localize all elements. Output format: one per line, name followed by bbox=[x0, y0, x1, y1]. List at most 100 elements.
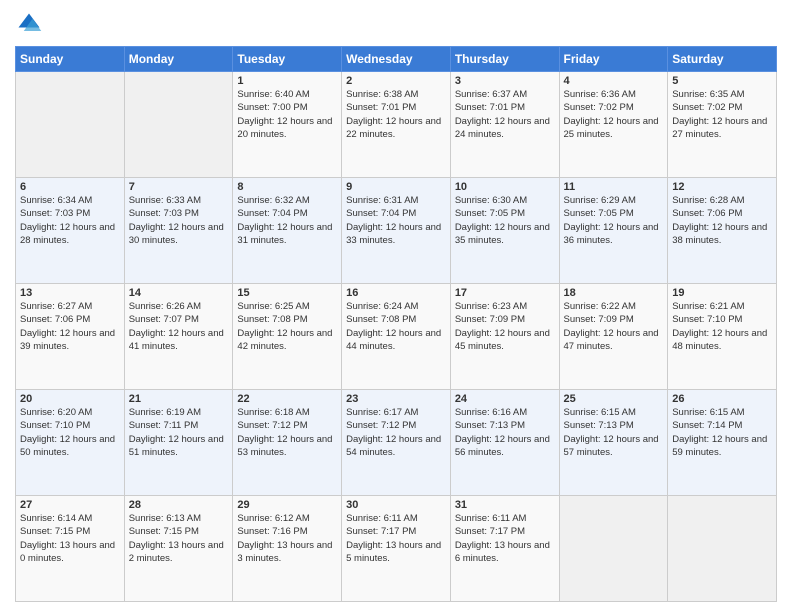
page: SundayMondayTuesdayWednesdayThursdayFrid… bbox=[0, 0, 792, 612]
sunrise-text: Sunrise: 6:30 AM bbox=[455, 195, 527, 206]
day-detail: Sunrise: 6:20 AM Sunset: 7:10 PM Dayligh… bbox=[20, 406, 120, 459]
sunrise-text: Sunrise: 6:25 AM bbox=[237, 301, 309, 312]
calendar-cell: 2 Sunrise: 6:38 AM Sunset: 7:01 PM Dayli… bbox=[342, 72, 451, 178]
calendar-cell: 23 Sunrise: 6:17 AM Sunset: 7:12 PM Dayl… bbox=[342, 390, 451, 496]
daylight-text: Daylight: 12 hours and 30 minutes. bbox=[129, 222, 224, 246]
calendar-cell: 14 Sunrise: 6:26 AM Sunset: 7:07 PM Dayl… bbox=[124, 284, 233, 390]
sunrise-text: Sunrise: 6:18 AM bbox=[237, 407, 309, 418]
day-number: 10 bbox=[455, 181, 555, 193]
calendar-cell bbox=[559, 496, 668, 602]
sunrise-text: Sunrise: 6:33 AM bbox=[129, 195, 201, 206]
sunrise-text: Sunrise: 6:24 AM bbox=[346, 301, 418, 312]
day-number: 7 bbox=[129, 181, 229, 193]
sunset-text: Sunset: 7:03 PM bbox=[20, 208, 90, 219]
sunset-text: Sunset: 7:01 PM bbox=[346, 102, 416, 113]
calendar-cell: 16 Sunrise: 6:24 AM Sunset: 7:08 PM Dayl… bbox=[342, 284, 451, 390]
calendar-cell bbox=[124, 72, 233, 178]
day-header: Sunday bbox=[16, 47, 125, 72]
sunset-text: Sunset: 7:17 PM bbox=[346, 526, 416, 537]
daylight-text: Daylight: 13 hours and 0 minutes. bbox=[20, 540, 115, 564]
daylight-text: Daylight: 12 hours and 25 minutes. bbox=[564, 116, 659, 140]
calendar-week-row: 27 Sunrise: 6:14 AM Sunset: 7:15 PM Dayl… bbox=[16, 496, 777, 602]
day-detail: Sunrise: 6:12 AM Sunset: 7:16 PM Dayligh… bbox=[237, 512, 337, 565]
day-detail: Sunrise: 6:26 AM Sunset: 7:07 PM Dayligh… bbox=[129, 300, 229, 353]
sunrise-text: Sunrise: 6:11 AM bbox=[346, 513, 418, 524]
calendar-cell: 17 Sunrise: 6:23 AM Sunset: 7:09 PM Dayl… bbox=[450, 284, 559, 390]
day-detail: Sunrise: 6:21 AM Sunset: 7:10 PM Dayligh… bbox=[672, 300, 772, 353]
day-number: 18 bbox=[564, 287, 664, 299]
day-number: 9 bbox=[346, 181, 446, 193]
calendar-cell: 27 Sunrise: 6:14 AM Sunset: 7:15 PM Dayl… bbox=[16, 496, 125, 602]
calendar: SundayMondayTuesdayWednesdayThursdayFrid… bbox=[15, 46, 777, 602]
calendar-cell bbox=[668, 496, 777, 602]
calendar-cell: 24 Sunrise: 6:16 AM Sunset: 7:13 PM Dayl… bbox=[450, 390, 559, 496]
day-detail: Sunrise: 6:35 AM Sunset: 7:02 PM Dayligh… bbox=[672, 88, 772, 141]
sunset-text: Sunset: 7:15 PM bbox=[129, 526, 199, 537]
day-detail: Sunrise: 6:29 AM Sunset: 7:05 PM Dayligh… bbox=[564, 194, 664, 247]
daylight-text: Daylight: 12 hours and 39 minutes. bbox=[20, 328, 115, 352]
sunset-text: Sunset: 7:09 PM bbox=[455, 314, 525, 325]
sunset-text: Sunset: 7:07 PM bbox=[129, 314, 199, 325]
calendar-cell: 7 Sunrise: 6:33 AM Sunset: 7:03 PM Dayli… bbox=[124, 178, 233, 284]
day-detail: Sunrise: 6:19 AM Sunset: 7:11 PM Dayligh… bbox=[129, 406, 229, 459]
day-number: 24 bbox=[455, 393, 555, 405]
day-detail: Sunrise: 6:11 AM Sunset: 7:17 PM Dayligh… bbox=[346, 512, 446, 565]
day-detail: Sunrise: 6:32 AM Sunset: 7:04 PM Dayligh… bbox=[237, 194, 337, 247]
daylight-text: Daylight: 12 hours and 35 minutes. bbox=[455, 222, 550, 246]
daylight-text: Daylight: 12 hours and 48 minutes. bbox=[672, 328, 767, 352]
sunrise-text: Sunrise: 6:34 AM bbox=[20, 195, 92, 206]
sunset-text: Sunset: 7:15 PM bbox=[20, 526, 90, 537]
day-number: 1 bbox=[237, 75, 337, 87]
day-detail: Sunrise: 6:27 AM Sunset: 7:06 PM Dayligh… bbox=[20, 300, 120, 353]
sunrise-text: Sunrise: 6:28 AM bbox=[672, 195, 744, 206]
calendar-cell: 20 Sunrise: 6:20 AM Sunset: 7:10 PM Dayl… bbox=[16, 390, 125, 496]
daylight-text: Daylight: 12 hours and 45 minutes. bbox=[455, 328, 550, 352]
daylight-text: Daylight: 13 hours and 5 minutes. bbox=[346, 540, 441, 564]
daylight-text: Daylight: 12 hours and 59 minutes. bbox=[672, 434, 767, 458]
day-number: 14 bbox=[129, 287, 229, 299]
day-detail: Sunrise: 6:16 AM Sunset: 7:13 PM Dayligh… bbox=[455, 406, 555, 459]
sunset-text: Sunset: 7:01 PM bbox=[455, 102, 525, 113]
daylight-text: Daylight: 12 hours and 57 minutes. bbox=[564, 434, 659, 458]
calendar-cell: 4 Sunrise: 6:36 AM Sunset: 7:02 PM Dayli… bbox=[559, 72, 668, 178]
day-number: 20 bbox=[20, 393, 120, 405]
sunrise-text: Sunrise: 6:17 AM bbox=[346, 407, 418, 418]
calendar-cell: 29 Sunrise: 6:12 AM Sunset: 7:16 PM Dayl… bbox=[233, 496, 342, 602]
sunrise-text: Sunrise: 6:40 AM bbox=[237, 89, 309, 100]
day-detail: Sunrise: 6:13 AM Sunset: 7:15 PM Dayligh… bbox=[129, 512, 229, 565]
calendar-cell: 6 Sunrise: 6:34 AM Sunset: 7:03 PM Dayli… bbox=[16, 178, 125, 284]
sunset-text: Sunset: 7:08 PM bbox=[346, 314, 416, 325]
day-detail: Sunrise: 6:40 AM Sunset: 7:00 PM Dayligh… bbox=[237, 88, 337, 141]
day-detail: Sunrise: 6:36 AM Sunset: 7:02 PM Dayligh… bbox=[564, 88, 664, 141]
day-number: 31 bbox=[455, 499, 555, 511]
day-detail: Sunrise: 6:17 AM Sunset: 7:12 PM Dayligh… bbox=[346, 406, 446, 459]
sunrise-text: Sunrise: 6:11 AM bbox=[455, 513, 527, 524]
sunrise-text: Sunrise: 6:21 AM bbox=[672, 301, 744, 312]
daylight-text: Daylight: 12 hours and 50 minutes. bbox=[20, 434, 115, 458]
calendar-cell: 19 Sunrise: 6:21 AM Sunset: 7:10 PM Dayl… bbox=[668, 284, 777, 390]
sunrise-text: Sunrise: 6:20 AM bbox=[20, 407, 92, 418]
daylight-text: Daylight: 13 hours and 2 minutes. bbox=[129, 540, 224, 564]
daylight-text: Daylight: 12 hours and 27 minutes. bbox=[672, 116, 767, 140]
calendar-week-row: 20 Sunrise: 6:20 AM Sunset: 7:10 PM Dayl… bbox=[16, 390, 777, 496]
calendar-cell: 11 Sunrise: 6:29 AM Sunset: 7:05 PM Dayl… bbox=[559, 178, 668, 284]
daylight-text: Daylight: 12 hours and 44 minutes. bbox=[346, 328, 441, 352]
sunset-text: Sunset: 7:04 PM bbox=[237, 208, 307, 219]
sunset-text: Sunset: 7:10 PM bbox=[20, 420, 90, 431]
day-number: 19 bbox=[672, 287, 772, 299]
daylight-text: Daylight: 13 hours and 6 minutes. bbox=[455, 540, 550, 564]
calendar-cell: 25 Sunrise: 6:15 AM Sunset: 7:13 PM Dayl… bbox=[559, 390, 668, 496]
day-header: Tuesday bbox=[233, 47, 342, 72]
sunrise-text: Sunrise: 6:26 AM bbox=[129, 301, 201, 312]
calendar-week-row: 1 Sunrise: 6:40 AM Sunset: 7:00 PM Dayli… bbox=[16, 72, 777, 178]
sunrise-text: Sunrise: 6:15 AM bbox=[564, 407, 636, 418]
header bbox=[15, 10, 777, 38]
sunset-text: Sunset: 7:02 PM bbox=[672, 102, 742, 113]
sunset-text: Sunset: 7:08 PM bbox=[237, 314, 307, 325]
day-number: 28 bbox=[129, 499, 229, 511]
calendar-cell: 9 Sunrise: 6:31 AM Sunset: 7:04 PM Dayli… bbox=[342, 178, 451, 284]
daylight-text: Daylight: 12 hours and 54 minutes. bbox=[346, 434, 441, 458]
daylight-text: Daylight: 12 hours and 56 minutes. bbox=[455, 434, 550, 458]
daylight-text: Daylight: 12 hours and 38 minutes. bbox=[672, 222, 767, 246]
sunrise-text: Sunrise: 6:29 AM bbox=[564, 195, 636, 206]
